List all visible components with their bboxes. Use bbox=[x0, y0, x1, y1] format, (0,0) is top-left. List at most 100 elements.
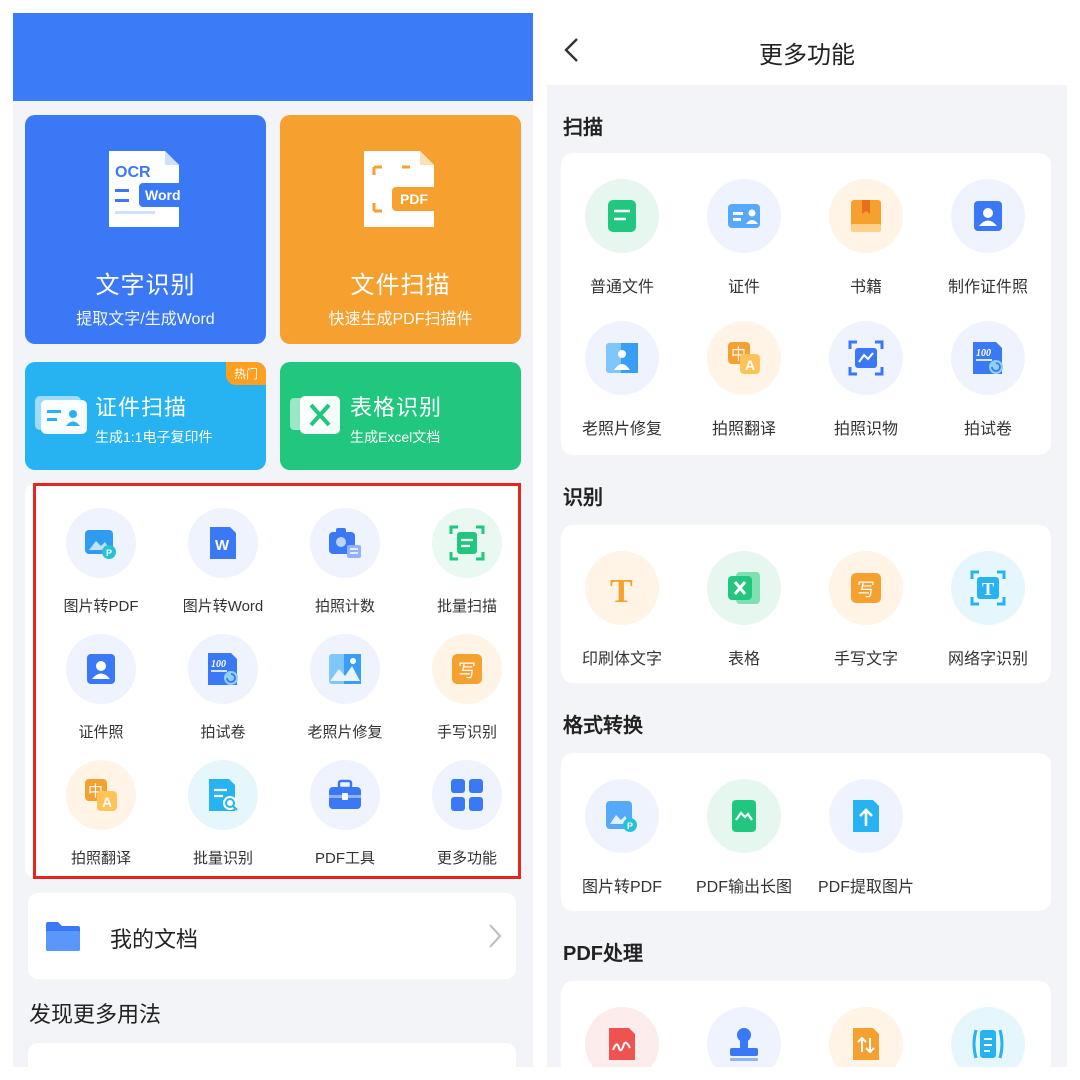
svg-text:OCR: OCR bbox=[115, 164, 151, 181]
recognize-item-table[interactable]: 表格 bbox=[683, 551, 805, 669]
grid-item-handwriting[interactable]: 写 手写识别 bbox=[406, 634, 528, 742]
translate-icon: 中A bbox=[728, 342, 760, 374]
section-title-pdf: PDF处理 bbox=[563, 943, 643, 965]
scan-item-photo-restore[interactable]: 老照片修复 bbox=[561, 321, 683, 439]
grid-item-more-features[interactable]: 更多功能 bbox=[406, 760, 528, 868]
home-header bbox=[13, 13, 533, 101]
id-card-icon bbox=[35, 396, 87, 434]
discover-card[interactable] bbox=[28, 1043, 516, 1067]
pdf-item-sign[interactable] bbox=[561, 1007, 683, 1067]
my-documents-row[interactable]: 我的文档 bbox=[28, 893, 516, 979]
convert-item-image-to-pdf[interactable]: P 图片转PDF bbox=[561, 779, 683, 897]
ocr-card[interactable]: OCR Word 文字识别 提取文字/生成Word bbox=[25, 115, 266, 344]
table-recognize-card[interactable]: 表格识别 生成Excel文档 bbox=[280, 362, 521, 470]
exam-paper-icon: 100 bbox=[208, 653, 238, 685]
convert-item-pdf-long-image[interactable]: PDF输出长图 bbox=[683, 779, 805, 897]
handwriting-icon: 写 bbox=[851, 573, 881, 603]
id-scan-subtitle: 生成1:1电子复印件 bbox=[95, 429, 213, 445]
grid-item-camera-count[interactable]: 拍照计数 bbox=[284, 508, 406, 616]
pdf-item-stamp[interactable] bbox=[683, 1007, 805, 1067]
table-recognize-subtitle: 生成Excel文档 bbox=[350, 429, 441, 445]
grid-item-image-to-pdf[interactable]: P 图片转PDF bbox=[40, 508, 162, 616]
grid-item-id-photo[interactable]: 证件照 bbox=[40, 634, 162, 742]
id-scan-card[interactable]: 热门 证件扫描 生成1:1电子复印件 bbox=[25, 362, 266, 470]
scan-item-exam-paper[interactable]: 100 拍试卷 bbox=[927, 321, 1049, 439]
section-title-recognize: 识别 bbox=[563, 487, 603, 509]
feature-grid: P 图片转PDF W 图片转Word 拍照计数 批量扫描 证件照 100 拍试卷… bbox=[25, 484, 522, 878]
ocr-subtitle: 提取文字/生成Word bbox=[76, 311, 215, 328]
section-recognize: T 印刷体文字 表格 写 手写文字 T 网络字识别 bbox=[561, 525, 1051, 683]
image-to-pdf-icon: P bbox=[606, 801, 637, 832]
pdf-compress-icon bbox=[972, 1029, 1004, 1059]
hot-badge: 热门 bbox=[225, 362, 266, 385]
scan-item-translate[interactable]: 中A 拍照翻译 bbox=[683, 321, 805, 439]
batch-scan-icon bbox=[449, 525, 485, 561]
id-scan-title: 证件扫描 bbox=[95, 395, 188, 420]
exam-paper-icon: 100 bbox=[973, 342, 1003, 374]
table-recognize-title: 表格识别 bbox=[350, 395, 443, 420]
svg-text:W: W bbox=[215, 537, 230, 554]
section-pdf bbox=[561, 981, 1051, 1067]
svg-text:100: 100 bbox=[211, 659, 226, 670]
section-title-convert: 格式转换 bbox=[563, 715, 643, 737]
svg-text:T: T bbox=[982, 579, 994, 599]
svg-text:T: T bbox=[610, 573, 633, 606]
scan-item-id-card[interactable]: 证件 bbox=[683, 179, 805, 297]
svg-text:P: P bbox=[106, 548, 112, 558]
pdf-scan-icon: PDF bbox=[364, 151, 438, 227]
recognize-item-handwriting[interactable]: 写 手写文字 bbox=[805, 551, 927, 669]
batch-recognize-icon bbox=[209, 779, 238, 811]
scan-item-make-id-photo[interactable]: 制作证件照 bbox=[927, 179, 1049, 297]
id-photo-icon bbox=[87, 654, 115, 684]
scan-item-document[interactable]: 普通文件 bbox=[561, 179, 683, 297]
stamp-icon bbox=[730, 1028, 758, 1061]
file-scan-card[interactable]: PDF 文件扫描 快速生成PDF扫描件 bbox=[280, 115, 521, 344]
convert-item-pdf-extract-image[interactable]: PDF提取图片 bbox=[805, 779, 927, 897]
grid-item-image-to-word[interactable]: W 图片转Word bbox=[162, 508, 284, 616]
pdf-item-sort[interactable] bbox=[805, 1007, 927, 1067]
svg-text:PDF: PDF bbox=[400, 191, 428, 207]
image-to-pdf-icon: P bbox=[85, 530, 116, 559]
grid-item-translate[interactable]: 中A 拍照翻译 bbox=[40, 760, 162, 868]
page-title: 更多功能 bbox=[759, 42, 855, 69]
id-card-icon bbox=[728, 204, 760, 228]
recognize-item-print-text[interactable]: T 印刷体文字 bbox=[561, 551, 683, 669]
section-convert: P 图片转PDF PDF输出长图 PDF提取图片 bbox=[561, 753, 1051, 911]
svg-text:A: A bbox=[745, 357, 755, 373]
grid-item-batch-recognize[interactable]: 批量识别 bbox=[162, 760, 284, 868]
svg-text:写: 写 bbox=[857, 580, 875, 601]
grid-item-exam-paper[interactable]: 100 拍试卷 bbox=[162, 634, 284, 742]
scan-item-book[interactable]: 书籍 bbox=[805, 179, 927, 297]
scan-item-object-recognize[interactable]: 拍照识物 bbox=[805, 321, 927, 439]
pdf-tools-icon bbox=[329, 779, 361, 809]
folder-icon bbox=[46, 922, 80, 951]
ocr-title: 文字识别 bbox=[95, 272, 196, 299]
svg-text:Word: Word bbox=[145, 187, 181, 203]
document-icon bbox=[608, 200, 636, 232]
photo-restore-icon bbox=[606, 343, 638, 373]
recognize-item-web-text[interactable]: T 网络字识别 bbox=[927, 551, 1049, 669]
grid-item-photo-restore[interactable]: 老照片修复 bbox=[284, 634, 406, 742]
file-scan-subtitle: 快速生成PDF扫描件 bbox=[328, 311, 473, 328]
file-scan-title: 文件扫描 bbox=[350, 272, 451, 299]
nav-bar: 更多功能 bbox=[547, 13, 1067, 85]
grid-item-pdf-tools[interactable]: PDF工具 bbox=[284, 760, 406, 868]
discover-more-heading: 发现更多用法 bbox=[29, 1002, 162, 1027]
grid-item-batch-scan[interactable]: 批量扫描 bbox=[406, 508, 528, 616]
section-scan: 普通文件 证件 书籍 制作证件照 老照片修复 中A 拍照翻译 拍照识物 100 … bbox=[561, 153, 1051, 455]
photo-restore-icon bbox=[329, 654, 361, 684]
excel-icon bbox=[290, 396, 340, 434]
more-features-screen: 更多功能 扫描 普通文件 证件 书籍 制作证件照 老照片修复 中A 拍照翻译 拍… bbox=[547, 13, 1067, 1067]
object-recognize-icon bbox=[848, 340, 884, 376]
ocr-word-icon: OCR Word bbox=[109, 151, 185, 227]
svg-text:写: 写 bbox=[458, 661, 476, 682]
book-icon bbox=[851, 200, 881, 232]
pdf-item-compress[interactable] bbox=[927, 1007, 1049, 1067]
word-icon: W bbox=[210, 527, 236, 559]
pdf-extract-image-icon bbox=[853, 800, 879, 832]
pdf-sort-icon bbox=[853, 1028, 879, 1060]
svg-text:P: P bbox=[627, 821, 633, 831]
camera-count-icon bbox=[329, 528, 361, 558]
handwriting-icon: 写 bbox=[452, 654, 482, 684]
my-documents-label: 我的文档 bbox=[110, 927, 199, 952]
